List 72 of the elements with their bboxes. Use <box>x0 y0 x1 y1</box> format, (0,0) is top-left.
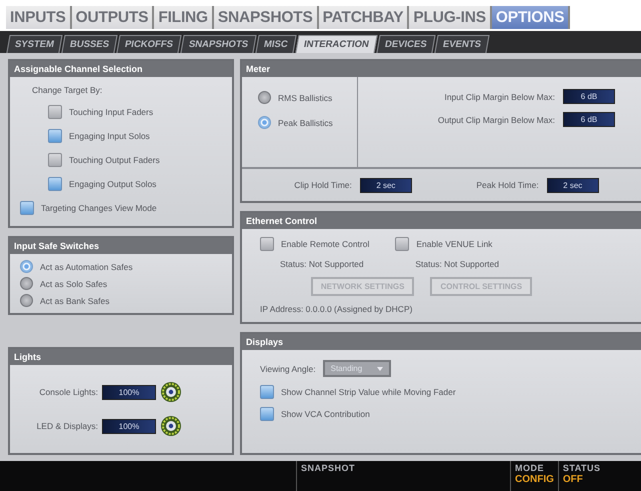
label: Console Lights: <box>39 387 98 397</box>
main-tab[interactable]: FILING <box>154 6 214 29</box>
status-text: Status: Not Supported <box>415 259 499 269</box>
panel-title: Ethernet Control <box>242 213 641 229</box>
sub-tab[interactable]: INTERACTION <box>295 35 378 53</box>
option-label: Engaging Output Solos <box>69 179 156 189</box>
label: Viewing Angle: <box>260 364 316 374</box>
sub-tab[interactable]: EVENTS <box>434 35 490 53</box>
status-text: Status: Not Supported <box>280 259 365 269</box>
option-label: Act as Automation Safes <box>40 262 133 272</box>
checkbox[interactable] <box>48 177 62 191</box>
checkbox[interactable] <box>395 237 410 251</box>
label: Output Clip Margin Below Max: <box>438 114 555 124</box>
radio-button[interactable] <box>20 260 33 273</box>
option-label: Engaging Input Solos <box>69 131 150 141</box>
sub-tab[interactable]: MISC <box>256 35 297 53</box>
label: Peak Hold Time: <box>476 180 539 190</box>
main-tab[interactable]: SNAPSHOTS <box>214 6 319 29</box>
sub-tab[interactable]: PICKOFFS <box>116 35 182 53</box>
panel-title: Lights <box>10 349 232 365</box>
checkbox[interactable] <box>260 385 274 399</box>
label: LED & Displays: <box>36 421 98 431</box>
option-label: Touching Output Faders <box>69 155 160 165</box>
sub-tab[interactable]: BUSSES <box>61 35 118 53</box>
label: Input Clip Margin Below Max: <box>444 92 555 102</box>
value-field[interactable]: 100% <box>102 418 156 434</box>
option-label: Enable Remote Control <box>281 239 370 249</box>
option-label: Act as Bank Safes <box>40 296 110 306</box>
label: Clip Hold Time: <box>294 180 352 190</box>
radio-button[interactable] <box>20 294 33 307</box>
option-label: Touching Input Faders <box>69 107 154 117</box>
checkbox[interactable] <box>48 153 62 167</box>
option-label: Act as Solo Safes <box>40 278 108 288</box>
checkbox[interactable] <box>260 237 274 251</box>
panel-title: Displays <box>242 334 641 350</box>
checkbox[interactable] <box>48 129 62 143</box>
status-label: SNAPSHOT <box>301 463 356 473</box>
radio-button[interactable] <box>258 116 271 129</box>
option-label: RMS Ballistics <box>278 92 332 102</box>
main-tab[interactable]: PATCHBAY <box>318 6 410 29</box>
knob-icon[interactable] <box>160 381 182 403</box>
radio-button[interactable] <box>20 277 33 290</box>
checkbox[interactable] <box>20 201 34 215</box>
sub-tab[interactable]: SNAPSHOTS <box>180 35 257 53</box>
status-value: OFF <box>562 474 584 485</box>
value-field[interactable]: 6 dB <box>563 89 615 104</box>
main-tab[interactable]: OUTPUTS <box>72 6 154 29</box>
option-label: Show VCA Contribution <box>281 409 370 419</box>
panel-title: Input Safe Switches <box>10 238 232 254</box>
option-label: Targeting Changes View Mode <box>41 203 157 213</box>
sub-tab[interactable]: SYSTEM <box>6 35 63 53</box>
checkbox[interactable] <box>48 105 62 119</box>
ip-address-text: IP Address: 0.0.0.0 (Assigned by DHCP) <box>260 304 414 314</box>
value-field[interactable]: 100% <box>102 384 156 400</box>
option-label: Show Channel Strip Value while Moving Fader <box>281 387 456 397</box>
main-tab[interactable]: PLUG-INS <box>409 6 492 29</box>
checkbox[interactable] <box>260 407 274 421</box>
option-label: Peak Ballistics <box>278 118 333 128</box>
main-tab[interactable]: INPUTS <box>6 6 72 29</box>
value-field[interactable]: 2 sec <box>546 178 599 192</box>
option-label: Enable VENUE Link <box>416 239 492 249</box>
panel-title: Meter <box>242 61 641 77</box>
status-label: STATUS <box>562 463 601 473</box>
value-field[interactable]: 6 dB <box>563 112 615 127</box>
sub-tab[interactable]: DEVICES <box>376 35 436 53</box>
label: Change Target By: <box>32 85 104 95</box>
radio-button[interactable] <box>258 91 271 104</box>
value-field[interactable]: 2 sec <box>360 178 412 192</box>
panel-title: Assignable Channel Selection <box>10 61 232 77</box>
status-value: CONFIG <box>515 474 554 485</box>
status-label: MODE <box>515 463 545 473</box>
knob-icon[interactable] <box>160 415 182 437</box>
